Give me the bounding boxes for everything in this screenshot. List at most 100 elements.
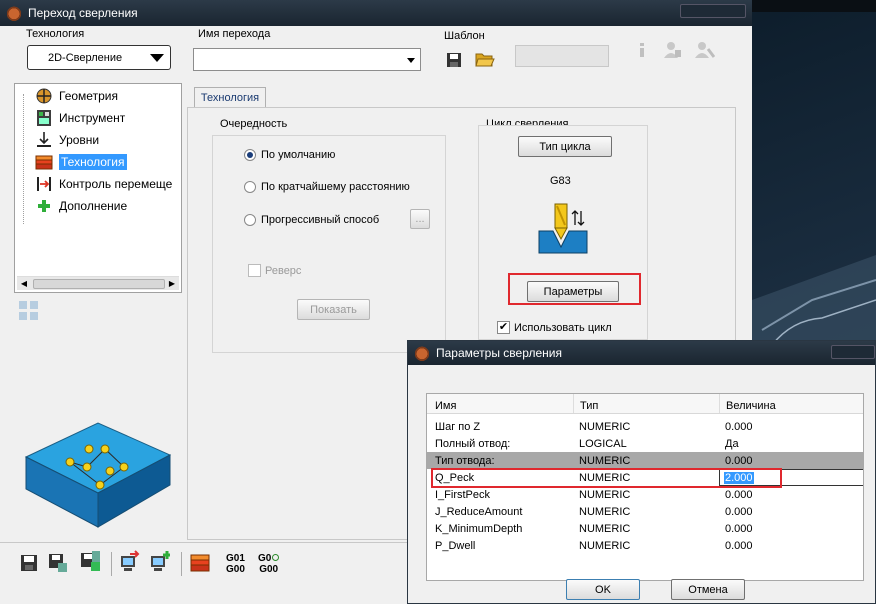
- add-technology-icon[interactable]: [150, 551, 170, 571]
- radio-shortest[interactable]: По кратчайшему расстоянию: [244, 181, 410, 193]
- cell-value[interactable]: Да: [719, 438, 863, 450]
- template-label: Шаблон: [444, 30, 485, 42]
- technology-stack-icon[interactable]: [190, 553, 210, 573]
- cell-name: P_Dwell: [435, 539, 476, 552]
- q-peck-highlight: [431, 468, 782, 488]
- transition-name-input[interactable]: [193, 48, 421, 71]
- g00-toggle-button[interactable]: G0 G00: [258, 553, 280, 575]
- use-cycle-label: Использовать цикл: [514, 321, 612, 334]
- cycle-type-button[interactable]: Тип цикла: [518, 136, 612, 157]
- layout-grid-icon[interactable]: [19, 301, 39, 324]
- radio-progressive[interactable]: Прогрессивный способ: [244, 214, 379, 226]
- drill-cycle-icon: [537, 203, 589, 258]
- tree-item-technology[interactable]: Технология: [35, 151, 127, 173]
- cell-value[interactable]: 0.000: [719, 421, 863, 433]
- radio-default-label: По умолчанию: [261, 149, 336, 161]
- app-icon: [414, 345, 430, 361]
- cell-type: NUMERIC: [579, 522, 631, 535]
- scroll-left-icon[interactable]: ◀: [17, 277, 31, 291]
- cell-value[interactable]: 0.000: [719, 489, 863, 501]
- part-preview: [18, 405, 178, 538]
- tab-technology-label: Технология: [200, 92, 260, 104]
- progressive-settings-button[interactable]: ...: [410, 209, 430, 229]
- drilling-parameters-dialog: Параметры сверления Имя Тип Величина Шаг…: [407, 340, 876, 604]
- order-group-label: Очередность: [220, 118, 288, 130]
- table-row[interactable]: I_FirstPeck NUMERIC 0.000: [427, 486, 863, 503]
- title-bar: Переход сверления: [0, 0, 752, 26]
- table-row[interactable]: Шаг по Z NUMERIC 0.000: [427, 418, 863, 435]
- cell-type: NUMERIC: [579, 420, 631, 433]
- scroll-thumb[interactable]: [33, 279, 165, 289]
- tree-item-label: Геометрия: [59, 89, 118, 103]
- ok-button-label: OK: [595, 583, 611, 596]
- tool-user-icon: [663, 40, 683, 60]
- toolbar-separator: [111, 552, 112, 576]
- show-button[interactable]: Показать: [297, 299, 370, 320]
- motion-control-icon: [35, 175, 53, 193]
- column-header-name[interactable]: Имя: [427, 394, 573, 413]
- tree-item-levels[interactable]: Уровни: [35, 129, 99, 151]
- use-cycle-checkbox-box[interactable]: ✔: [497, 321, 510, 334]
- cell-value[interactable]: 0.000: [719, 540, 863, 552]
- technology-label: Технология: [26, 28, 85, 40]
- toolbar-separator: [181, 552, 182, 576]
- tab-technology[interactable]: Технология: [194, 87, 266, 108]
- save-all-icon[interactable]: [80, 551, 100, 571]
- technology-icon: [35, 153, 53, 171]
- cell-name: Шаг по Z: [435, 420, 481, 433]
- tree-item-label: Дополнение: [59, 199, 128, 213]
- cell-type: NUMERIC: [579, 505, 631, 518]
- parameters-highlight: [508, 273, 641, 305]
- table-row[interactable]: Тип отвода: NUMERIC 0.000: [427, 452, 863, 469]
- reverse-checkbox-box[interactable]: [248, 264, 261, 277]
- ok-button[interactable]: OK: [566, 579, 640, 600]
- g00b-label: G00: [259, 564, 279, 575]
- reverse-checkbox[interactable]: Реверс: [248, 264, 301, 277]
- cycle-code: G83: [550, 175, 571, 187]
- tree-item-tool[interactable]: Инструмент: [35, 107, 125, 129]
- dialog-window-controls[interactable]: [831, 345, 875, 359]
- tree-item-motion-control[interactable]: Контроль перемеще: [35, 173, 172, 195]
- technology-select-value: 2D-Сверление: [48, 51, 123, 64]
- radio-progressive-label: Прогрессивный способ: [261, 214, 380, 226]
- tool-icon: [35, 109, 53, 127]
- column-header-value[interactable]: Величина: [719, 394, 863, 413]
- cell-name: Полный отвод:: [435, 437, 511, 450]
- column-header-type[interactable]: Тип: [573, 394, 719, 413]
- tree-item-label: Технология: [59, 154, 127, 170]
- cancel-button-label: Отмена: [688, 583, 728, 596]
- table-row[interactable]: J_ReduceAmount NUMERIC 0.000: [427, 503, 863, 520]
- tree-scrollbar[interactable]: ◀ ▶: [17, 276, 179, 290]
- cell-value[interactable]: 0.000: [719, 455, 863, 467]
- table-row[interactable]: P_Dwell NUMERIC 0.000: [427, 537, 863, 554]
- cell-type: NUMERIC: [579, 488, 631, 501]
- cell-value[interactable]: 0.000: [719, 523, 863, 535]
- table-row[interactable]: Полный отвод: LOGICAL Да: [427, 435, 863, 452]
- save-icon[interactable]: [19, 553, 39, 573]
- cancel-button[interactable]: Отмена: [671, 579, 745, 600]
- save-as-icon[interactable]: [48, 553, 68, 573]
- grid-header: Имя Тип Величина: [427, 394, 863, 414]
- info-icon: [632, 40, 652, 60]
- radio-progressive-button[interactable]: [244, 214, 256, 226]
- g01-g00-button[interactable]: G01 G00: [226, 553, 245, 575]
- technology-select[interactable]: 2D-Сверление: [27, 45, 171, 70]
- radio-default[interactable]: По умолчанию: [244, 149, 335, 161]
- open-folder-icon[interactable]: [475, 49, 495, 69]
- radio-default-button[interactable]: [244, 149, 256, 161]
- radio-shortest-button[interactable]: [244, 181, 256, 193]
- dropdown-arrow-icon[interactable]: [407, 58, 415, 63]
- transition-name-label: Имя перехода: [198, 28, 271, 40]
- tree-item-addition[interactable]: Дополнение: [35, 195, 127, 217]
- cell-type: LOGICAL: [579, 437, 627, 450]
- dialog-title: Параметры сверления: [436, 346, 562, 360]
- use-cycle-checkbox[interactable]: ✔ Использовать цикл: [497, 321, 612, 334]
- tree-item-geometry[interactable]: Геометрия: [35, 85, 118, 107]
- cycle-type-label: Тип цикла: [539, 140, 591, 153]
- export-icon[interactable]: [120, 550, 140, 571]
- save-icon[interactable]: [444, 50, 464, 70]
- window-controls[interactable]: [680, 4, 746, 18]
- cell-value[interactable]: 0.000: [719, 506, 863, 518]
- table-row[interactable]: K_MinimumDepth NUMERIC 0.000: [427, 520, 863, 537]
- scroll-right-icon[interactable]: ▶: [165, 277, 179, 291]
